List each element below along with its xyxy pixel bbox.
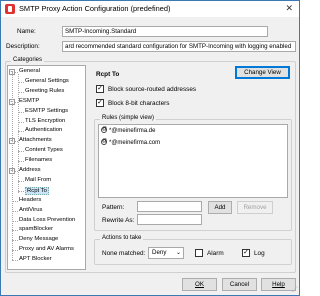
name-label: Name:	[17, 28, 36, 35]
category-item-data-loss-prevention[interactable]: Data Loss Prevention	[19, 217, 75, 223]
category-item-esmtp-settings[interactable]: ESMTP Settings	[25, 108, 68, 114]
add-button[interactable]: Add	[208, 201, 232, 214]
category-item-general[interactable]: General	[19, 68, 40, 74]
category-item-spamblocker[interactable]: spamBlocker	[19, 226, 53, 232]
dialog-window: SMTP Proxy Action Configuration (predefi…	[0, 0, 300, 296]
category-item-filenames[interactable]: Filenames	[25, 157, 52, 163]
category-item-authentication[interactable]: Authentication	[25, 127, 62, 133]
panel-heading: Rcpt To	[96, 71, 120, 78]
help-button[interactable]: Help	[261, 278, 296, 291]
alarm-checkbox[interactable]	[195, 249, 203, 257]
category-item-headers[interactable]: Headers	[19, 197, 41, 203]
name-field[interactable]: SMTP-Incoming.Standard	[62, 26, 268, 37]
email-rule-icon	[101, 138, 107, 145]
tree-connector	[18, 74, 19, 193]
category-tree[interactable]: − General General Settings Greeting Rules − E…	[7, 65, 86, 270]
category-item-antivirus[interactable]: AntiVirus	[19, 207, 42, 213]
category-item-attachments[interactable]: Attachments	[19, 137, 52, 143]
description-label: Description:	[6, 43, 40, 50]
category-item-content-types[interactable]: Content Types	[25, 147, 63, 153]
category-item-esmtp[interactable]: ESMTP	[19, 98, 39, 104]
category-item-tls-encryption[interactable]: TLS Encryption	[25, 118, 65, 124]
block-8bit-checkbox[interactable]: ✓	[96, 99, 104, 107]
category-item-deny-message[interactable]: Deny Message	[19, 236, 58, 242]
block-8bit-label: Block 8-bit characters	[108, 100, 170, 107]
category-item-general-settings[interactable]: General Settings	[25, 78, 69, 84]
window-title: SMTP Proxy Action Configuration (predefi…	[19, 4, 171, 13]
rules-list[interactable]: *@meinefirma.de *@meinefirma.com	[98, 124, 288, 198]
log-label: Log	[254, 250, 265, 257]
log-checkbox[interactable]: ✓	[242, 249, 250, 257]
email-rule-icon	[101, 126, 107, 133]
close-icon[interactable]: ✕	[285, 3, 293, 14]
rule-item[interactable]: *@meinefirma.de	[101, 126, 155, 134]
tree-connector	[12, 72, 13, 261]
none-matched-label: None matched:	[102, 250, 146, 257]
resize-grip-icon[interactable]: ⋰	[292, 286, 298, 293]
category-item-address[interactable]: Address	[19, 167, 41, 173]
categories-legend: Categories	[11, 57, 45, 63]
category-item-apt-blocker[interactable]: APT Blocker	[19, 256, 52, 262]
rule-item[interactable]: *@meinefirma.com	[101, 138, 160, 146]
change-view-button[interactable]: Change View	[235, 66, 290, 79]
actions-legend: Actions to take	[100, 235, 144, 241]
description-field[interactable]: ard recommended standard configuration f…	[62, 41, 296, 52]
ok-button[interactable]: OK	[182, 278, 217, 291]
remove-button[interactable]: Remove	[237, 201, 273, 214]
category-item-mail-from[interactable]: Mail From	[25, 177, 51, 183]
category-item-proxy-and-av-alarms[interactable]: Proxy and AV Alarms	[19, 246, 74, 252]
rules-legend: Rules (simple view)	[100, 115, 157, 121]
category-item-rcpt-to[interactable]: Rcpt To	[25, 186, 49, 195]
none-matched-select[interactable]: Deny ⌄	[148, 247, 184, 259]
cancel-button[interactable]: Cancel	[222, 278, 257, 291]
tree-connector	[12, 260, 18, 262]
title-bar: SMTP Proxy Action Configuration (predefi…	[1, 1, 299, 17]
block-source-routed-label: Block source-routed addresses	[108, 86, 197, 93]
firebox-policy-icon	[5, 4, 15, 14]
pattern-input[interactable]	[137, 201, 202, 212]
alarm-label: Alarm	[207, 250, 224, 257]
block-source-routed-checkbox[interactable]: ✓	[96, 85, 104, 93]
category-item-greeting-rules[interactable]: Greeting Rules	[25, 88, 64, 94]
chevron-down-icon: ⌄	[175, 250, 181, 256]
rewrite-as-label: Rewrite As:	[102, 217, 135, 224]
pattern-label: Pattern:	[102, 204, 125, 211]
rewrite-as-input[interactable]	[137, 214, 202, 225]
